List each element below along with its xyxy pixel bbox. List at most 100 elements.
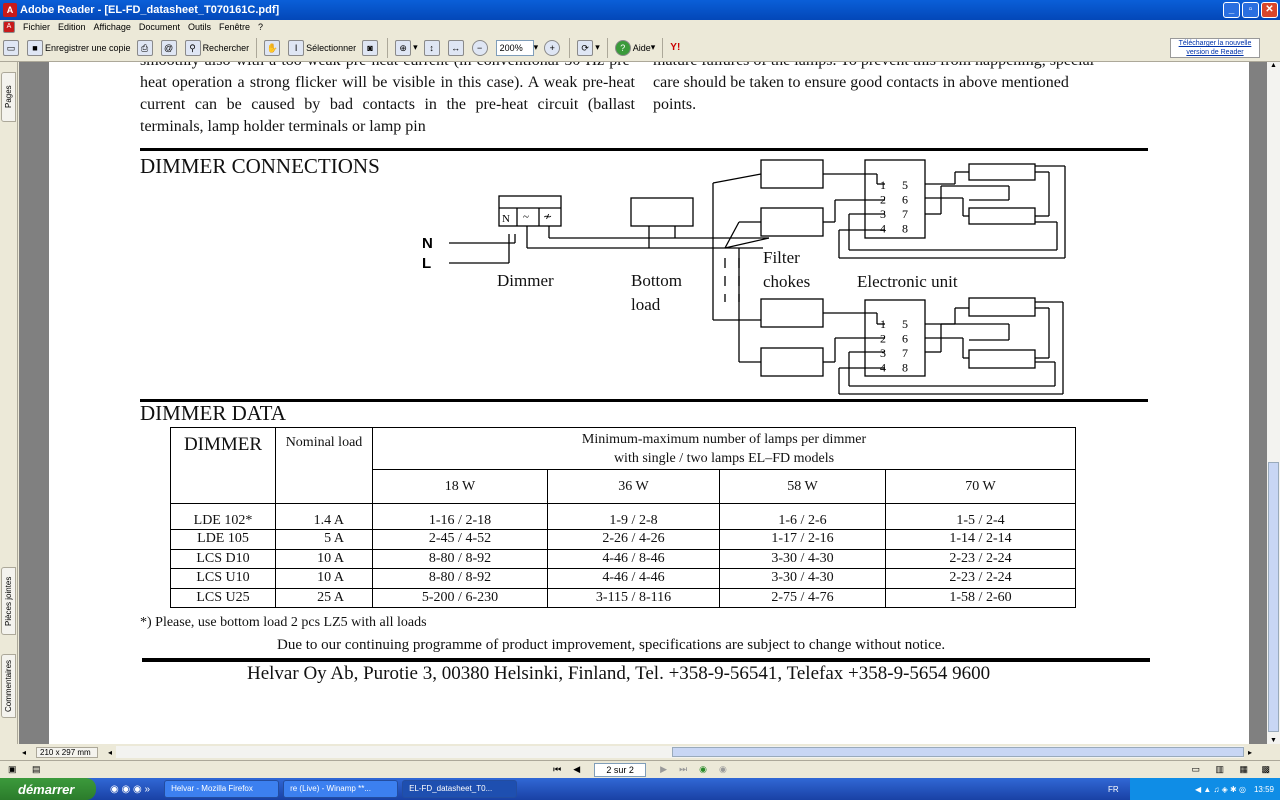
terminal-number: 2 [880,193,886,207]
start-button[interactable]: démarrer [0,778,96,800]
language-indicator[interactable]: FR [1108,785,1119,794]
menu-edition[interactable]: Edition [58,22,86,32]
update-reader-link[interactable]: Télécharger la nouvelle version de Reade… [1170,38,1260,58]
terminal-number: 8 [902,361,908,375]
zoom-out-button[interactable]: − [471,37,490,59]
dimmer-label: Dimmer [497,271,554,290]
zoom-input[interactable]: 200% [495,39,534,56]
page-number-input[interactable]: 2 sur 2 [594,762,647,777]
table-cell: 25 A [275,587,373,608]
select-tool-button[interactable]: I Sélectionner [288,37,356,59]
start-label: démarrer [18,781,75,797]
help-button[interactable]: ? Aide ▾ [614,37,655,59]
menu-fichier[interactable]: Fichier [23,22,50,32]
tray-icons[interactable]: ◀ ▲ ♫ ◈ ✱ ◎ [1195,785,1246,794]
table-cell: 1-14 / 2-14 [885,529,1076,550]
terminal-number: 5 [902,178,908,192]
horizontal-scroll-thumb[interactable] [672,747,1245,757]
header-minmax: Minimum-maximum number of lamps per dimm… [372,427,1076,470]
menu-document[interactable]: Document [139,22,180,32]
yahoo-button[interactable]: Y! [670,37,680,59]
table-cell: 10 A [275,548,373,569]
vertical-scrollbar[interactable]: ▲ ▼ [1267,62,1280,744]
email-button[interactable]: @ [160,37,179,59]
magnifier-icon: ⊕ [395,39,412,56]
windows-taskbar: démarrer ◉ ◉ ◉ » Helvar - Mozilla Firefo… [0,778,1280,800]
status-icon: ▤ [32,764,41,774]
collapse-icon[interactable]: ◂ [22,748,26,757]
tab-pages[interactable]: Pages [1,72,16,122]
search-label: Rechercher [202,42,250,53]
maximize-button[interactable]: ▫ [1242,2,1259,18]
menu-affichage[interactable]: Affichage [94,22,131,32]
task-winamp[interactable]: re (Live) - Winamp **... [283,780,399,798]
first-page-icon[interactable]: ⏮ [553,764,561,775]
tab-attachments[interactable]: Pièces jointes [1,567,16,635]
table-cell: 1-17 / 2-16 [719,529,886,550]
scroll-thumb[interactable] [1268,462,1279,732]
tab-comments[interactable]: Commentaires [1,654,16,718]
menu-help[interactable]: ? [258,22,263,32]
quicklaunch-icons[interactable]: ◉ ◉ ◉ » [110,784,150,795]
live-label: L [422,255,431,272]
zoom-in-button[interactable]: + [544,37,562,59]
facing-icon[interactable]: ▦ [1239,764,1248,775]
toolbar: ▭ ■ Enregistrer une copie ⎙ @ ⚲ Rechercher… [0,34,1280,62]
adobe-reader-icon: A [3,3,17,17]
previous-page-icon[interactable]: ◀ [573,764,580,775]
neutral-label: N [422,235,433,252]
print-button[interactable]: ⎙ [136,37,155,59]
last-page-icon[interactable]: ⏭ [679,764,687,775]
continuous-facing-icon[interactable]: ▩ [1261,764,1270,775]
rotate-button[interactable]: ⟳ ▾ [577,37,600,59]
email-icon: @ [160,39,177,56]
table-cell: 5-200 / 6-230 [372,587,548,608]
zoom-tool-button[interactable]: ⊕ ▾ [395,37,418,59]
menu-outils[interactable]: Outils [188,22,211,32]
table-cell: 4-46 / 8-46 [547,548,720,569]
continuous-icon[interactable]: ▥ [1215,764,1224,775]
table-cell: 10 A [275,568,373,589]
close-button[interactable]: ✕ [1261,2,1278,18]
system-tray: FR ◀ ▲ ♫ ◈ ✱ ◎ 13:59 [1108,778,1280,800]
table-cell: 2-75 / 4-76 [719,587,886,608]
save-copy-button[interactable]: ■ Enregistrer une copie [27,37,131,59]
next-view-icon[interactable]: ◉ [719,764,727,775]
scroll-up-icon[interactable]: ▲ [1267,62,1280,69]
task-adobe-reader[interactable]: EL-FD_datasheet_T0... [402,780,518,798]
separator [662,37,664,58]
document-viewer[interactable]: smoothly also with a too weak pre-heat c… [19,62,1267,744]
hand-tool-button[interactable]: ✋ [264,37,282,59]
menu-fenetre[interactable]: Fenêtre [219,22,250,32]
scroll-right-icon[interactable]: ▸ [1248,748,1252,757]
snapshot-button[interactable]: ◙ [362,37,380,59]
dimmer-data-table: DIMMER Nominal load Minimum-maximum numb… [170,427,1076,608]
next-page-icon[interactable]: ▶ [660,764,667,775]
save-copy-label: Enregistrer une copie [45,42,131,53]
panel-toggle-icon[interactable]: ▣ [8,764,17,775]
page-size-display: 210 x 297 mm [36,746,99,758]
filter-chokes-label-1: Filter [763,248,800,267]
camera-icon: ◙ [362,39,379,56]
table-cell: 5 A [275,529,373,550]
footnote: *) Please, use bottom load 2 pcs LZ5 wit… [140,615,427,630]
dimmer-data-title: DIMMER DATA [140,401,286,425]
header-58w: 58 W [719,469,886,504]
zoom-dropdown[interactable]: ▾ [534,42,539,53]
fit-width-icon: ↔ [447,39,464,56]
clock: 13:59 [1253,784,1274,794]
scroll-down-icon[interactable]: ▼ [1267,737,1280,744]
single-page-icon[interactable]: ▭ [1191,764,1200,775]
fit-width-button[interactable]: ↔ [447,37,466,59]
previous-view-icon[interactable]: ◉ [699,764,707,775]
scroll-left-icon[interactable]: ◂ [108,748,112,757]
table-cell: 2-23 / 2-24 [885,548,1076,569]
horizontal-scrollbar[interactable] [116,746,1245,758]
task-firefox[interactable]: Helvar - Mozilla Firefox [164,780,280,798]
footer-divider [142,658,1150,662]
fit-height-button[interactable]: ↕ [423,37,442,59]
search-button[interactable]: ⚲ Rechercher [184,37,250,59]
open-button[interactable]: ▭ [3,37,21,59]
minimize-button[interactable]: _ [1223,2,1240,18]
bottom-load-label-2: load [631,295,661,314]
